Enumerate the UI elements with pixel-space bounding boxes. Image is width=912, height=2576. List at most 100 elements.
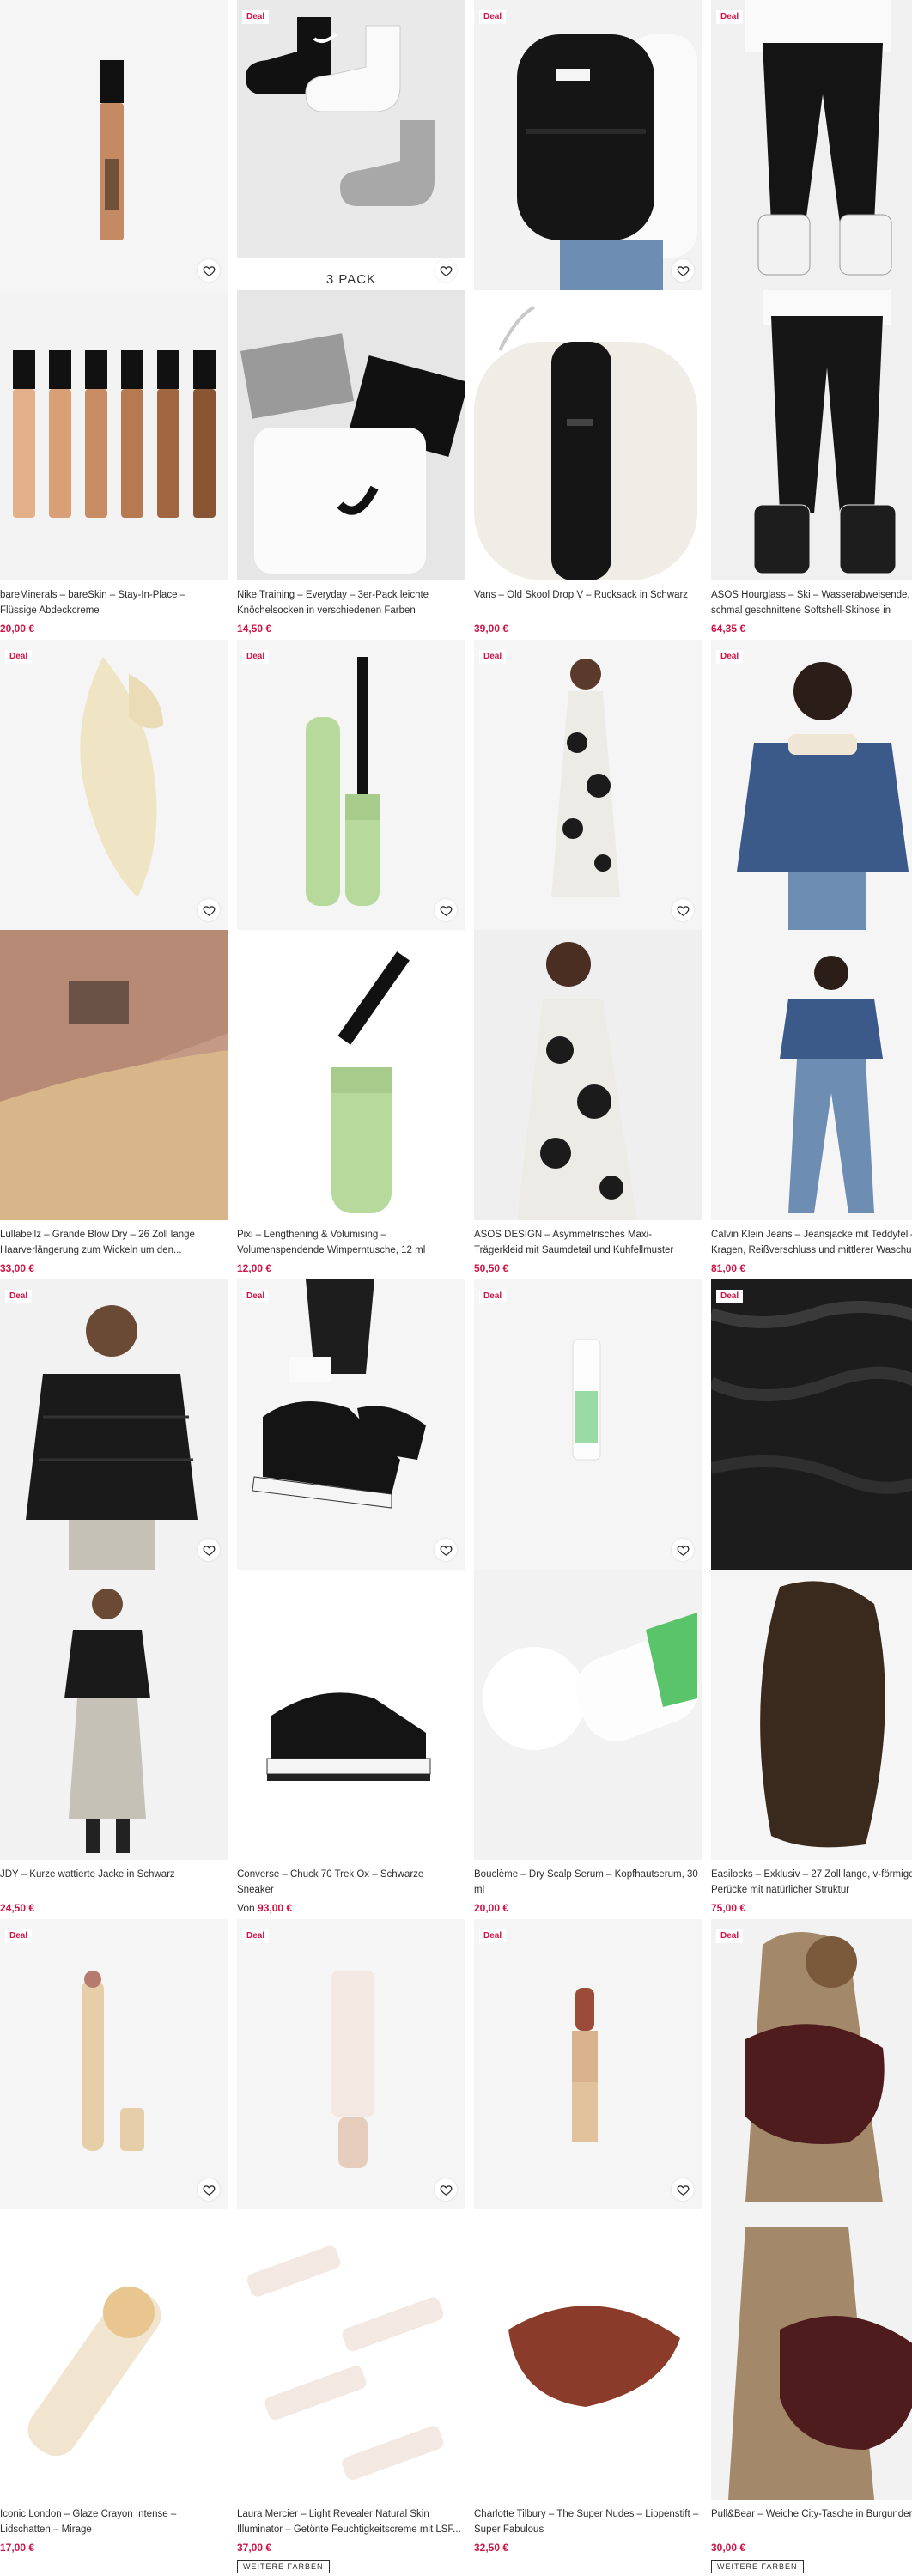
save-for-later-button[interactable]: [672, 899, 694, 921]
save-for-later-button[interactable]: [198, 2178, 220, 2201]
product-image-secondary[interactable]: [237, 290, 465, 580]
product-card[interactable]: Deal Bouclème – Dry Scalp Serum – Kopfha…: [474, 1279, 702, 1915]
product-image-primary[interactable]: Deal: [0, 1919, 228, 2209]
product-title[interactable]: bareMinerals – bareSkin – Stay-In-Place …: [0, 587, 228, 618]
product-image-secondary[interactable]: [0, 290, 228, 580]
wig-icon: [711, 1279, 912, 1570]
price-from-label: Von: [237, 1902, 255, 1914]
product-title[interactable]: Charlotte Tilbury – The Super Nudes – Li…: [474, 2506, 702, 2537]
product-title[interactable]: JDY – Kurze wattierte Jacke in Schwarz: [0, 1867, 228, 1898]
product-title[interactable]: ASOS DESIGN – Asymmetrisches Maxi-Träger…: [474, 1227, 702, 1258]
save-for-later-button[interactable]: [435, 259, 457, 282]
more-colors-button[interactable]: WEITERE FARBEN: [711, 2560, 804, 2573]
product-title[interactable]: Bouclème – Dry Scalp Serum – Kopfhautser…: [474, 1867, 702, 1898]
product-card[interactable]: Deal Lullabellz – Grande Blow Dry – 26 Z…: [0, 640, 228, 1275]
product-card[interactable]: Deal ASOS Hourglass – Ski – Wasserabweis…: [711, 0, 912, 635]
save-for-later-button[interactable]: [198, 899, 220, 921]
product-image-primary[interactable]: Deal: [474, 0, 702, 290]
product-image-primary[interactable]: Deal: [711, 1919, 912, 2209]
product-image-primary[interactable]: Deal: [474, 1919, 702, 2209]
product-price: 64,35 €: [711, 623, 746, 635]
heart-icon: [440, 1545, 452, 1556]
product-title[interactable]: Easilocks – Exklusiv – 27 Zoll lange, v-…: [711, 1867, 912, 1898]
crayon-icon: [0, 1919, 228, 2209]
product-price: 12,00 €: [237, 1262, 272, 1274]
product-image-secondary[interactable]: [711, 930, 912, 1220]
save-for-later-button[interactable]: [672, 1539, 694, 1561]
product-image-primary[interactable]: Deal: [711, 640, 912, 930]
product-card[interactable]: Deal Converse – Chuck 70 Trek Ox – Schwa…: [237, 1279, 465, 1915]
product-title[interactable]: Iconic London – Glaze Crayon Intense – L…: [0, 2506, 228, 2537]
product-card[interactable]: Deal Iconic London – Glaze Crayon Intens…: [0, 1919, 228, 2555]
deal-badge: Deal: [716, 650, 744, 664]
product-image-secondary[interactable]: [474, 1570, 702, 1860]
product-card[interactable]: Deal Calvin Klein Jeans – Jeansjacke mit…: [711, 640, 912, 1275]
save-for-later-button[interactable]: [198, 1539, 220, 1561]
product-image-primary[interactable]: Deal: [711, 0, 912, 290]
product-price: 30,00 €: [711, 2542, 746, 2554]
product-title[interactable]: Calvin Klein Jeans – Jeansjacke mit Tedd…: [711, 1227, 912, 1258]
mascara-icon: [237, 640, 465, 930]
product-image-primary[interactable]: 3 PACK Deal: [237, 0, 465, 290]
product-image-secondary[interactable]: [711, 1570, 912, 1860]
product-image-secondary[interactable]: [711, 2209, 912, 2500]
product-image-primary[interactable]: Deal: [0, 640, 228, 930]
product-image-primary[interactable]: Deal: [474, 1279, 702, 1570]
product-card[interactable]: Deal Easilocks – Exklusiv – 27 Zoll lang…: [711, 1279, 912, 1915]
product-card[interactable]: Deal JDY – Kurze wattierte Jacke in Schw…: [0, 1279, 228, 1915]
product-image-secondary[interactable]: [0, 930, 228, 1220]
product-image-primary[interactable]: Deal: [237, 1279, 465, 1570]
product-image-secondary[interactable]: [711, 290, 912, 580]
product-title[interactable]: Vans – Old Skool Drop V – Rucksack in Sc…: [474, 587, 702, 618]
save-for-later-button[interactable]: [435, 2178, 457, 2201]
product-title[interactable]: Pixi – Lengthening & Volumising – Volume…: [237, 1227, 465, 1258]
product-price: 20,00 €: [0, 623, 35, 635]
product-card[interactable]: bareMinerals – bareSkin – Stay-In-Place …: [0, 0, 228, 635]
bag-icon: [711, 2209, 912, 2500]
save-for-later-button[interactable]: [198, 259, 220, 282]
product-title[interactable]: Converse – Chuck 70 Trek Ox – Schwarze S…: [237, 1867, 465, 1898]
socks-icon: [237, 290, 465, 580]
product-card[interactable]: Deal ASOS DESIGN – Asymmetrisches Maxi-T…: [474, 640, 702, 1275]
sneaker-icon: [237, 1279, 465, 1570]
save-for-later-button[interactable]: [435, 899, 457, 921]
product-image-primary[interactable]: Deal: [237, 1919, 465, 2209]
product-card[interactable]: Deal Pull&Bear – Weiche City-Tasche in B…: [711, 1919, 912, 2573]
product-title[interactable]: Lullabellz – Grande Blow Dry – 26 Zoll l…: [0, 1227, 228, 1258]
heart-icon: [440, 265, 452, 276]
product-image-secondary[interactable]: [237, 1570, 465, 1860]
deal-badge: Deal: [716, 1290, 744, 1303]
heart-icon: [203, 265, 215, 276]
product-image-primary[interactable]: [0, 0, 228, 290]
product-title[interactable]: ASOS Hourglass – Ski – Wasserabweisende,…: [711, 587, 912, 618]
product-image-secondary[interactable]: [474, 930, 702, 1220]
product-image-primary[interactable]: Deal: [237, 640, 465, 930]
product-card[interactable]: Deal Charlotte Tilbury – The Super Nudes…: [474, 1919, 702, 2555]
product-card[interactable]: Deal Pixi – Lengthening & Volumising – V…: [237, 640, 465, 1275]
product-image-secondary[interactable]: [237, 930, 465, 1220]
product-title[interactable]: Laura Mercier – Light Revealer Natural S…: [237, 2506, 465, 2537]
product-image-primary[interactable]: Deal: [711, 1279, 912, 1570]
product-title[interactable]: Pull&Bear – Weiche City-Tasche in Burgun…: [711, 2506, 912, 2537]
serum-icon: [474, 1279, 702, 1570]
product-price: 20,00 €: [474, 1902, 509, 1914]
save-for-later-button[interactable]: [672, 2178, 694, 2201]
denim-jacket-icon: [711, 640, 912, 930]
product-image-secondary[interactable]: [474, 290, 702, 580]
product-card[interactable]: 3 PACK Deal Nike Training – Everyday – 3…: [237, 0, 465, 635]
product-image-secondary[interactable]: [0, 2209, 228, 2500]
product-image-primary[interactable]: Deal: [474, 640, 702, 930]
product-image-secondary[interactable]: [0, 1570, 228, 1860]
more-colors-button[interactable]: WEITERE FARBEN: [237, 2560, 330, 2573]
product-image-secondary[interactable]: [237, 2209, 465, 2500]
save-for-later-button[interactable]: [672, 259, 694, 282]
product-price: 75,00 €: [711, 1902, 746, 1914]
product-card[interactable]: Deal Laura Mercier – Light Revealer Natu…: [237, 1919, 465, 2573]
product-image-primary[interactable]: Deal: [0, 1279, 228, 1570]
product-title[interactable]: Nike Training – Everyday – 3er-Pack leic…: [237, 587, 465, 618]
save-for-later-button[interactable]: [435, 1539, 457, 1561]
product-card[interactable]: Deal Vans – Old Skool Drop V – Rucksack …: [474, 0, 702, 635]
product-image-secondary[interactable]: [474, 2209, 702, 2500]
deal-badge: Deal: [5, 650, 33, 664]
backpack-icon: [474, 290, 702, 580]
